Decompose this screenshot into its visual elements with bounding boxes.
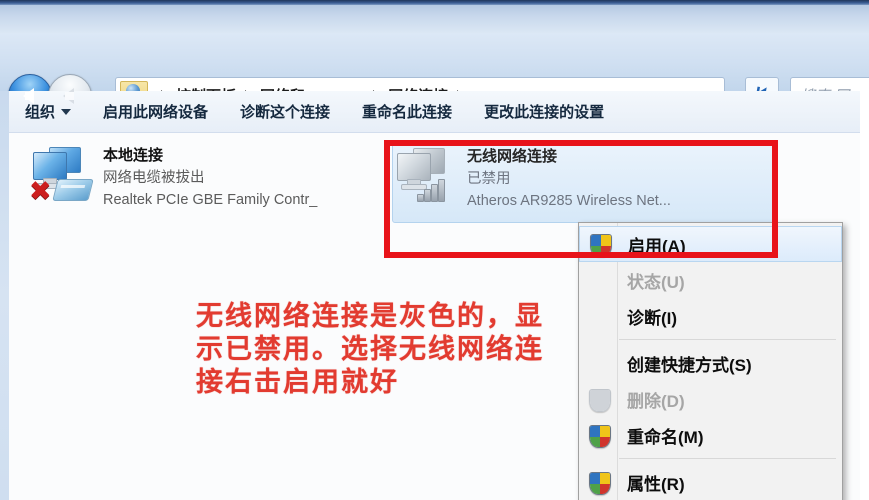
toolbar-item-label: 重命名此连接	[362, 104, 453, 121]
context-menu-item-label: 删除(D)	[627, 391, 685, 411]
red-x-icon: ✖	[29, 176, 52, 206]
toolbar-item-change-settings[interactable]: 更改此连接的设置	[468, 101, 620, 122]
connection-text-block: 本地连接 网络电缆被拔出 Realtek PCIe GBE Family Con…	[95, 143, 317, 211]
context-menu-item-label: 诊断(I)	[627, 308, 678, 328]
uac-shield-gray-icon	[587, 386, 615, 412]
toolbar-item-label: 更改此连接的设置	[484, 104, 605, 121]
no-icon	[587, 267, 615, 293]
context-menu-item-delete: 删除(D)	[579, 381, 842, 417]
toolbar-item-diagnose[interactable]: 诊断这个连接	[224, 101, 346, 122]
no-icon	[587, 350, 615, 376]
toolbar-item-label: 诊断这个连接	[240, 104, 331, 121]
toolbar-item-enable-device[interactable]: 启用此网络设备	[87, 101, 224, 122]
connection-status: 网络电缆被拔出	[103, 170, 205, 186]
context-menu-item-label: 状态(U)	[627, 272, 685, 292]
network-connections-window: 控制面板 网络和 Internet 网络连接 ↯ 搜索 网 组织 启用此网络设备	[0, 0, 869, 500]
connection-device: Atheros AR9285 Wireless Net...	[467, 193, 671, 209]
network-adapter-disconnected-icon: ✖	[29, 143, 95, 205]
context-menu-item-rename[interactable]: 重命名(M)	[579, 417, 842, 453]
toolbar-item-label: 组织	[25, 104, 56, 121]
back-arrow-icon	[23, 88, 34, 104]
context-menu-item-label: 创建快捷方式(S)	[627, 355, 752, 375]
context-menu-item-label: 属性(R)	[627, 474, 685, 494]
context-menu-item-create-shortcut[interactable]: 创建快捷方式(S)	[579, 345, 842, 381]
window-right-border	[860, 91, 869, 500]
connection-item-local-area[interactable]: ✖ 本地连接 网络电缆被拔出 Realtek PCIe GBE Family C…	[29, 143, 369, 221]
no-icon	[587, 303, 615, 329]
context-menu-item-label: 启用(A)	[628, 236, 686, 256]
connection-item-wireless[interactable]: 无线网络连接 已禁用 Atheros AR9285 Wireless Net..…	[392, 143, 777, 223]
ethernet-cable-icon	[52, 179, 94, 201]
connection-name: 本地连接	[103, 147, 164, 164]
window-left-border	[0, 91, 9, 500]
context-menu-item-properties[interactable]: 属性(R)	[579, 464, 842, 500]
context-menu: 启用(A) 状态(U) 诊断(I) 创建快捷方式(S) 删除(D) 重命名(M)	[578, 222, 843, 500]
context-menu-separator	[619, 458, 836, 459]
uac-shield-icon	[587, 469, 615, 495]
uac-shield-icon	[587, 422, 615, 448]
signal-bars-icon	[417, 179, 449, 202]
context-menu-item-diagnose[interactable]: 诊断(I)	[579, 298, 842, 334]
context-menu-item-enable[interactable]: 启用(A)	[579, 226, 842, 262]
window-titlebar	[0, 5, 869, 34]
toolbar-item-label: 启用此网络设备	[103, 104, 209, 121]
context-menu-item-label: 重命名(M)	[627, 427, 704, 447]
toolbar-item-organize[interactable]: 组织	[9, 101, 87, 122]
navigation-bar: 控制面板 网络和 Internet 网络连接 ↯ 搜索 网	[0, 33, 869, 118]
connection-status: 已禁用	[467, 171, 511, 187]
uac-shield-icon	[588, 231, 616, 257]
toolbar-item-rename[interactable]: 重命名此连接	[346, 101, 468, 122]
forward-arrow-icon	[63, 88, 74, 104]
chevron-down-icon	[61, 108, 72, 115]
command-toolbar: 组织 启用此网络设备 诊断这个连接 重命名此连接 更改此连接的设置	[9, 91, 860, 133]
context-menu-item-status: 状态(U)	[579, 262, 842, 298]
connection-name: 无线网络连接	[467, 148, 558, 165]
wireless-adapter-disabled-icon	[393, 144, 459, 206]
connection-device: Realtek PCIe GBE Family Contr_	[103, 192, 318, 208]
context-menu-separator	[619, 339, 836, 340]
connection-text-block: 无线网络连接 已禁用 Atheros AR9285 Wireless Net..…	[459, 144, 671, 212]
annotation-note: 无线网络连接是灰色的，显示已禁用。选择无线网络连接右击启用就好	[196, 301, 544, 398]
